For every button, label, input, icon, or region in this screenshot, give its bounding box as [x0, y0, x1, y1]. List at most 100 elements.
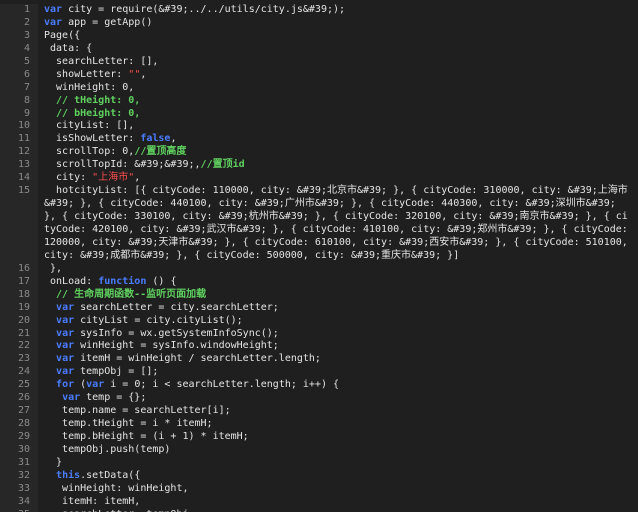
line-number: 22 [0, 340, 38, 354]
code-line[interactable]: 18 // 生命周期函数--监听页面加载 [0, 288, 638, 302]
code-line[interactable]: 24 var tempObj = []; [0, 366, 638, 380]
code-text[interactable]: Page({ [38, 30, 638, 43]
line-number-text: 21 [17, 327, 30, 339]
line-number: 18 [0, 288, 38, 302]
code-text[interactable]: onLoad: function () { [38, 276, 638, 289]
code-text[interactable]: var app = getApp() [38, 17, 638, 30]
line-number: 30 [0, 443, 38, 457]
code-line[interactable]: 26 var temp = {}; [0, 392, 638, 406]
code-token: }, [44, 262, 63, 274]
code-line[interactable]: 34 itemH: itemH, [0, 495, 638, 509]
code-token: searchLetter: [], [44, 55, 159, 67]
code-editor[interactable]: 1 var city = require(&#39;../../utils/cit… [0, 0, 638, 512]
code-text[interactable]: data: { [38, 43, 638, 56]
line-number-text: 6 [23, 68, 30, 80]
line-number-text: 14 [17, 172, 30, 184]
code-text[interactable]: city: "上海市", [38, 172, 638, 185]
code-line[interactable]: 29 temp.bHeight = (i + 1) * itemH; [0, 431, 638, 444]
code-text[interactable]: }, [38, 263, 638, 276]
code-line[interactable]: 22 var winHeight = sysInfo.windowHeight; [0, 340, 638, 354]
string-token: "上海市" [92, 172, 135, 184]
code-line[interactable]: 10 cityList: [], [0, 120, 638, 134]
code-line[interactable]: 25 for (var i = 0; i < searchLetter.leng… [0, 379, 638, 393]
code-text[interactable]: temp.bHeight = (i + 1) * itemH; [38, 431, 638, 444]
code-token: scrollTopId: &#39;&#39;, [44, 159, 201, 171]
code-text[interactable]: var cityList = city.cityList(); [38, 315, 638, 328]
code-text[interactable]: var winHeight = sysInfo.windowHeight; [38, 340, 638, 353]
code-line[interactable]: 20 var cityList = city.cityList(); [0, 314, 638, 328]
code-line[interactable]: 3 Page({ [0, 29, 638, 43]
line-number: 17 [0, 275, 38, 289]
comment-token: //置顶高度 [134, 146, 187, 158]
code-line[interactable]: 12 scrollTop: 0,//置顶高度 [0, 146, 638, 160]
code-line[interactable]: 2 var app = getApp() [0, 16, 638, 30]
code-text[interactable]: scrollTop: 0,//置顶高度 [38, 146, 638, 159]
code-line[interactable]: 33 winHeight: winHeight, [0, 482, 638, 496]
code-text[interactable]: searchLetter: tempObj, [38, 509, 638, 512]
code-line[interactable]: 1 var city = require(&#39;../../utils/cit… [0, 4, 638, 17]
code-text[interactable]: showLetter: "", [38, 69, 638, 82]
code-text[interactable]: winHeight: 0, [38, 82, 638, 95]
line-number: 2 [0, 16, 38, 30]
code-text[interactable]: var searchLetter = city.searchLetter; [38, 302, 638, 315]
line-number-text: 11 [17, 133, 30, 145]
line-number: 28 [0, 418, 38, 432]
code-text[interactable]: tempObj.push(temp) [38, 444, 638, 457]
line-number: 6 [0, 68, 38, 82]
code-line[interactable]: 27 temp.name = searchLetter[i]; [0, 405, 638, 419]
code-line[interactable]: 9 // bHeight: 0, [0, 107, 638, 121]
line-number: 16 [0, 262, 38, 276]
code-text[interactable]: isShowLetter: false, [38, 133, 638, 146]
code-text[interactable]: var temp = {}; [38, 392, 638, 405]
code-line[interactable]: 32 this.setData({ [0, 469, 638, 483]
code-text[interactable]: var sysInfo = wx.getSystemInfoSync(); [38, 328, 638, 341]
keyword-token: var [62, 392, 81, 404]
code-text[interactable]: hotcityList: [{ cityCode: 110000, city: … [38, 185, 638, 263]
code-text[interactable]: var tempObj = []; [38, 366, 638, 379]
line-number-text: 31 [17, 456, 30, 468]
code-line[interactable]: 5 searchLetter: [], [0, 55, 638, 69]
line-number-text: 34 [17, 495, 30, 507]
comment-token: //置顶id [200, 159, 245, 171]
line-number-text: 17 [17, 275, 30, 287]
code-text[interactable]: // 生命周期函数--监听页面加载 [38, 289, 638, 302]
code-line[interactable]: 15 hotcityList: [{ cityCode: 110000, cit… [0, 185, 638, 263]
code-text[interactable]: // tHeight: 0, [38, 95, 638, 108]
keyword-token: function [98, 275, 147, 287]
code-text[interactable]: scrollTopId: &#39;&#39;,//置顶id [38, 159, 638, 172]
comment-token: // tHeight: 0, [44, 94, 141, 106]
code-text[interactable]: var itemH = winHeight / searchLetter.len… [38, 353, 638, 366]
code-text[interactable]: itemH: itemH, [38, 496, 638, 509]
line-number-text: 8 [23, 94, 30, 106]
code-text[interactable]: searchLetter: [], [38, 56, 638, 69]
code-line[interactable]: 23 var itemH = winHeight / searchLetter.… [0, 353, 638, 367]
code-line[interactable]: 7 winHeight: 0, [0, 81, 638, 95]
line-number-text: 5 [23, 55, 30, 67]
code-text[interactable]: var city = require(&#39;../../utils/city… [38, 4, 638, 17]
code-token: temp.bHeight = (i + 1) * itemH; [44, 431, 249, 443]
code-line[interactable]: 14 city: "上海市", [0, 172, 638, 186]
code-line[interactable]: 28 temp.tHeight = i * itemH; [0, 418, 638, 432]
code-line[interactable]: 8 // tHeight: 0, [0, 94, 638, 108]
code-line[interactable]: 35 searchLetter: tempObj, [0, 508, 638, 512]
code-line[interactable]: 4 data: { [0, 42, 638, 56]
code-line[interactable]: 21 var sysInfo = wx.getSystemInfoSync(); [0, 327, 638, 341]
code-token: temp.name = searchLetter[i]; [44, 405, 231, 417]
code-text[interactable]: temp.tHeight = i * itemH; [38, 418, 638, 431]
code-line[interactable]: 16 }, [0, 262, 638, 276]
code-text[interactable]: temp.name = searchLetter[i]; [38, 405, 638, 418]
code-text[interactable]: // bHeight: 0, [38, 108, 638, 121]
code-line[interactable]: 31 } [0, 456, 638, 470]
code-line[interactable]: 30 tempObj.push(temp) [0, 443, 638, 457]
code-text[interactable]: for (var i = 0; i < searchLetter.length;… [38, 379, 638, 392]
code-line[interactable]: 19 var searchLetter = city.searchLetter; [0, 301, 638, 315]
line-number: 19 [0, 301, 38, 315]
code-line[interactable]: 17 onLoad: function () { [0, 275, 638, 289]
code-text[interactable]: } [38, 457, 638, 470]
code-line[interactable]: 6 showLetter: "", [0, 68, 638, 82]
code-text[interactable]: cityList: [], [38, 120, 638, 133]
code-text[interactable]: this.setData({ [38, 470, 638, 483]
code-line[interactable]: 13 scrollTopId: &#39;&#39;,//置顶id [0, 159, 638, 173]
code-text[interactable]: winHeight: winHeight, [38, 483, 638, 496]
code-line[interactable]: 11 isShowLetter: false, [0, 133, 638, 147]
